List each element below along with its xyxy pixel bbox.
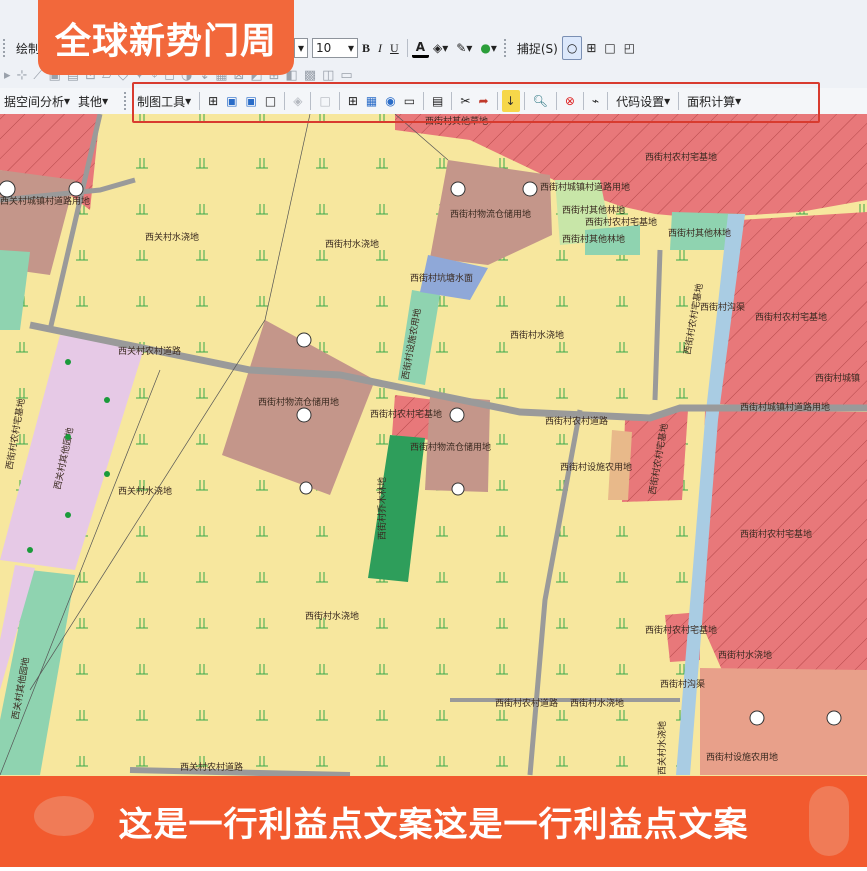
facility-icon <box>749 710 765 726</box>
line-color-icon[interactable]: ✎▾ <box>452 37 476 59</box>
fill-color-icon[interactable]: ◈▾ <box>429 37 452 59</box>
house-icon <box>296 332 312 348</box>
map-label: 西街村水浇地 <box>718 649 772 661</box>
brand-logo: 全球新势门周 <box>38 0 294 75</box>
other-menu[interactable]: 其他 ▾ <box>74 90 112 112</box>
tower-icon <box>809 786 849 856</box>
map-label: 西街村农村宅基地 <box>585 216 657 228</box>
map-label: 西街村农村宅基地 <box>645 151 717 163</box>
map-label: 西街村乔木林地 <box>376 477 388 540</box>
map-label: 西关村农村道路 <box>180 761 243 773</box>
map-label: 西关村水浇地 <box>145 231 199 243</box>
separator <box>406 39 408 57</box>
map-label: 西街村物流仓储用地 <box>410 441 491 453</box>
chevron-down-icon: ▾ <box>347 41 355 55</box>
underline-button[interactable]: U <box>386 37 403 59</box>
toolbar-grip[interactable] <box>3 39 9 57</box>
map-svg[interactable]: 西街村其他草地 西街村农村宅基地 西街村城镇村道路用地 西街村物流仓储用地 西街… <box>0 113 867 867</box>
house-icon <box>299 481 313 495</box>
map-label: 西街村城镇村道路用地 <box>740 401 830 413</box>
map-label: 西街村城镇村道路用地 <box>540 181 630 193</box>
chevron-down-icon: ▾ <box>64 94 71 108</box>
toolbar-highlight-frame <box>132 82 820 123</box>
map-label: 西街村农村宅基地 <box>645 624 717 636</box>
font-size-value: 10 <box>316 41 332 55</box>
map-label: 西街村沟渠 <box>700 301 745 313</box>
snap-circle-icon[interactable]: ○ <box>561 36 583 60</box>
map-label: 西街村水浇地 <box>510 329 564 341</box>
italic-button[interactable]: I <box>374 37 386 59</box>
brand-text: 全球新势门周 <box>54 20 277 62</box>
promo-banner: 这是一行利益点文案这是一行利益点文案 <box>0 776 867 867</box>
map-label: 西关村水浇地 <box>118 485 172 497</box>
house-icon <box>522 181 538 197</box>
map-label: 西街村沟渠 <box>660 678 705 690</box>
map-label: 西街村设施农用地 <box>706 751 778 763</box>
map-label: 西街村水浇地 <box>325 238 379 250</box>
map-label: 西街村其他林地 <box>562 204 625 216</box>
house-icon <box>296 407 312 423</box>
map-label: 西街村农村宅基地 <box>370 408 442 420</box>
toolbar-grip[interactable] <box>503 39 510 57</box>
snap-menu[interactable]: 捕捉(S) <box>513 37 562 59</box>
map-canvas[interactable]: 西街村其他草地 西街村农村宅基地 西街村城镇村道路用地 西街村物流仓储用地 西街… <box>0 113 867 867</box>
toolbar-grip[interactable] <box>124 92 130 110</box>
map-label: 西关村城镇村道路用地 <box>0 195 90 207</box>
facility-icon <box>826 710 842 726</box>
map-label: 西街村水浇地 <box>570 697 624 709</box>
font-size-dropdown[interactable]: 10 ▾ <box>312 38 359 58</box>
map-label: 西街村其他林地 <box>668 227 731 239</box>
airship-icon <box>34 796 94 836</box>
map-label: 西街村物流仓储用地 <box>450 208 531 220</box>
map-label: 西街村农村道路 <box>545 415 608 427</box>
map-label: 西街村其他林地 <box>562 233 625 245</box>
map-label: 西关村水浇地 <box>656 721 668 775</box>
map-label: 西街村坑塘水面 <box>410 272 473 284</box>
map-label: 西街村物流仓储用地 <box>258 396 339 408</box>
gear-icon <box>0 180 16 198</box>
other-label: 其他 <box>78 94 103 109</box>
snap-square-icon[interactable]: □ <box>600 37 619 59</box>
map-label: 西街村农村宅基地 <box>740 528 812 540</box>
map-label: 西街村设施农用地 <box>560 461 632 473</box>
marker-color-icon[interactable]: ● ▾ <box>476 37 501 59</box>
house-icon <box>449 407 465 423</box>
map-label: 西街村城镇 <box>815 372 860 384</box>
spatial-analysis-menu[interactable]: 据空间分析 ▾ <box>0 90 74 112</box>
house-icon <box>68 181 84 197</box>
font-name-dropdown-arrow[interactable]: ▾ <box>294 38 309 58</box>
house-icon <box>451 482 465 496</box>
map-label: 西街村农村宅基地 <box>755 311 827 323</box>
snap-grid-icon[interactable]: ⊞ <box>582 37 600 59</box>
map-label: 西街村农村道路 <box>495 697 558 709</box>
chevron-down-icon: ▾ <box>102 94 109 108</box>
map-label: 西关村农村道路 <box>118 345 181 357</box>
house-icon <box>450 181 466 197</box>
snap-edge-icon[interactable]: ◰ <box>620 37 639 59</box>
spatial-analysis-label: 据空间分析 <box>4 94 65 109</box>
banner-text: 这是一行利益点文案这是一行利益点文案 <box>118 805 749 845</box>
font-color-button[interactable]: A <box>411 39 429 58</box>
map-label: 西街村水浇地 <box>305 610 359 622</box>
bold-button[interactable]: B <box>358 37 374 59</box>
